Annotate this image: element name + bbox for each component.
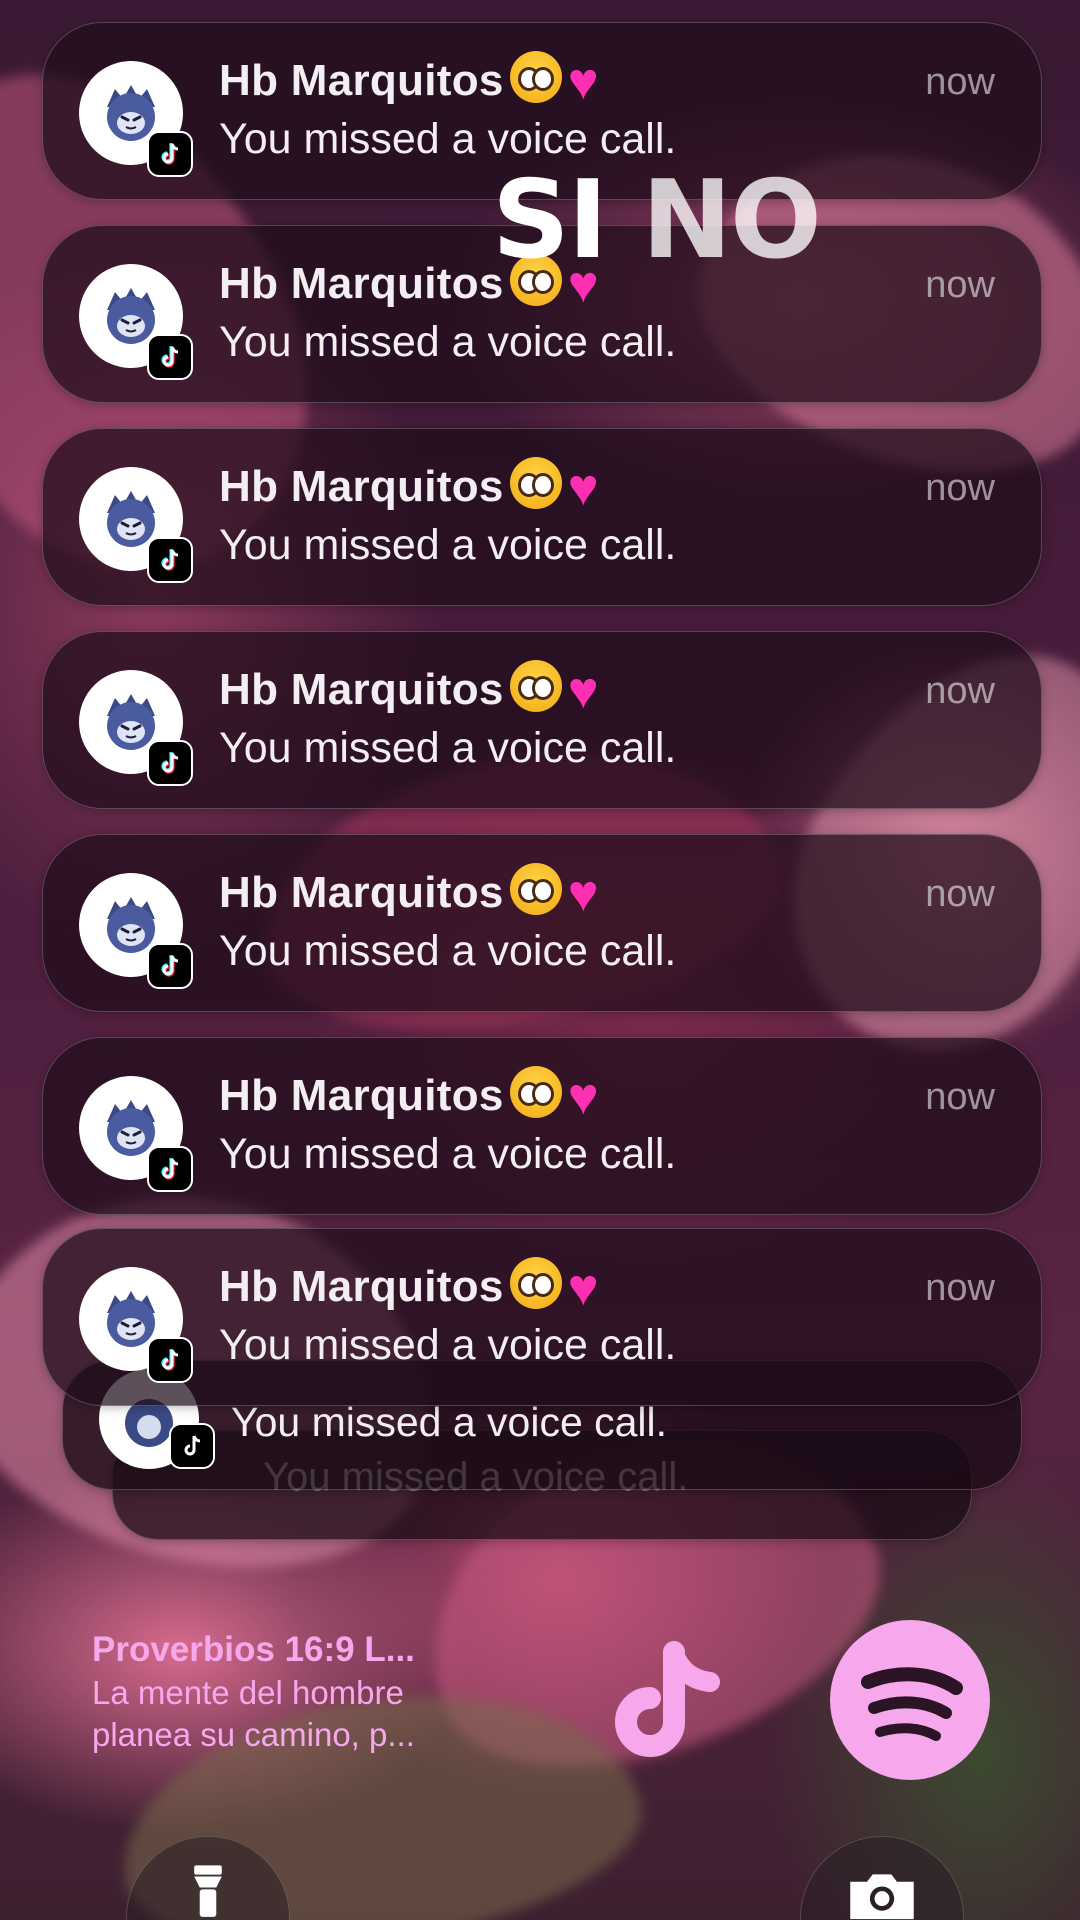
notification-title: Hb Marquitos ♥ (219, 863, 599, 923)
notification-card[interactable]: Hb Marquitos ♥ now You missed a voice cal… (42, 834, 1042, 1012)
flashlight-icon (194, 1865, 222, 1917)
pink-heart-icon: ♥ (567, 1068, 599, 1126)
verse-title: Proverbios 16:9 L... (92, 1630, 415, 1669)
notification-body: You missed a voice call. (219, 927, 677, 975)
tiktok-badge-icon (147, 740, 193, 786)
notification-card[interactable]: Hb Marquitos ♥ now You missed a voice cal… (42, 1037, 1042, 1215)
notification-body: You missed a voice call. (219, 115, 677, 163)
pleading-face-emoji-icon (509, 1066, 562, 1118)
notification-time: now (925, 264, 995, 306)
pink-heart-icon: ♥ (567, 662, 599, 720)
verse-widget[interactable]: Proverbios 16:9 L... La mente del hombre… (92, 1630, 552, 1754)
tiktok-icon[interactable] (600, 1640, 730, 1770)
notification-card[interactable]: Hb Marquitos ♥ now You missed a voice cal… (42, 631, 1042, 809)
notification-time: now (925, 61, 995, 103)
verse-line: planea su camino, p... (92, 1716, 415, 1753)
notification-time: now (925, 1076, 995, 1118)
notification-body: You missed a voice call. (231, 1399, 668, 1445)
pleading-face-emoji-icon (509, 1257, 562, 1309)
notification-card[interactable]: Hb Marquitos ♥ now You missed a voice cal… (42, 428, 1042, 606)
notification-time: now (925, 467, 995, 509)
pink-heart-icon: ♥ (567, 459, 599, 517)
notification-title: Hb Marquitos ♥ (219, 457, 599, 517)
pink-heart-icon: ♥ (567, 53, 599, 111)
notification-body: You missed a voice call. (219, 1130, 677, 1178)
pleading-face-emoji-icon (509, 457, 562, 509)
tiktok-badge-icon (169, 1423, 215, 1469)
notification-title: Hb Marquitos ♥ (219, 1257, 599, 1317)
notification-title: Hb Marquitos ♥ (219, 51, 599, 111)
no-text: NO (641, 158, 822, 283)
tiktok-badge-icon (147, 334, 193, 380)
notification-body: You missed a voice call. (219, 1321, 677, 1369)
notification-body: You missed a voice call. (219, 724, 677, 772)
tiktok-badge-icon (147, 1146, 193, 1192)
notification-time: now (925, 873, 995, 915)
pink-heart-icon: ♥ (567, 865, 599, 923)
notification-title: Hb Marquitos ♥ (219, 660, 599, 720)
pleading-face-emoji-icon (509, 863, 562, 915)
verse-line: La mente del hombre (92, 1674, 404, 1711)
si-text: SI (492, 158, 608, 283)
notification-time: now (925, 1267, 995, 1309)
camera-icon (850, 1874, 914, 1920)
tiktok-badge-icon (147, 943, 193, 989)
notification-body: You missed a voice call. (219, 318, 677, 366)
tiktok-badge-icon (147, 537, 193, 583)
pleading-face-emoji-icon (509, 51, 562, 103)
tiktok-badge-icon (147, 131, 193, 177)
notification-card[interactable]: Hb Marquitos ♥ now You missed a voice cal… (42, 1228, 1042, 1406)
pink-heart-icon: ♥ (567, 1259, 599, 1317)
notification-body: You missed a voice call. (219, 521, 677, 569)
notification-time: now (925, 670, 995, 712)
spotify-icon[interactable] (830, 1620, 990, 1780)
tiktok-badge-icon (147, 1337, 193, 1383)
notification-title: Hb Marquitos ♥ (219, 1066, 599, 1126)
si-no-overlay: SI NO (492, 158, 822, 283)
pleading-face-emoji-icon (509, 660, 562, 712)
